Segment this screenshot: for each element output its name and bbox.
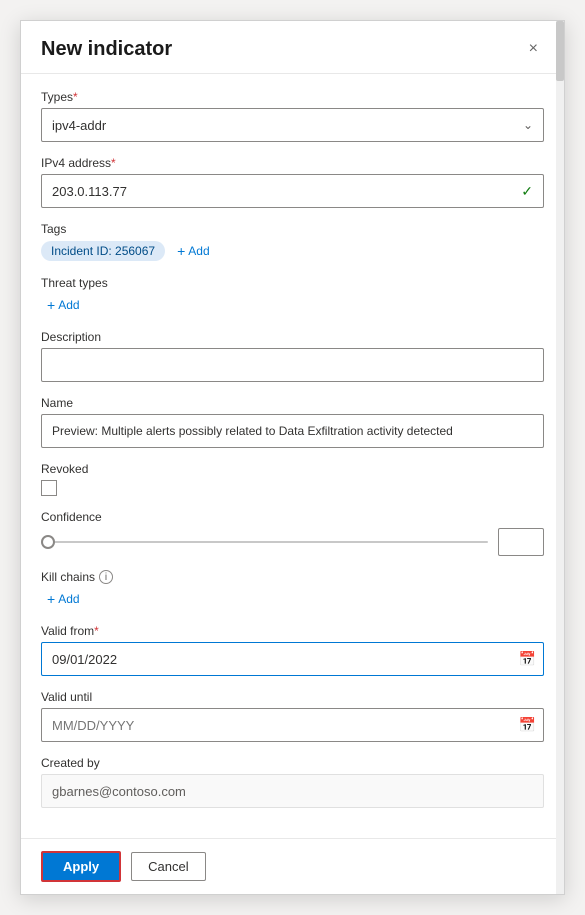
- cancel-button[interactable]: Cancel: [131, 852, 205, 881]
- types-field-group: Types* ipv4-addr ⌄: [41, 90, 544, 142]
- confidence-row: [41, 528, 544, 556]
- name-label: Name: [41, 396, 544, 410]
- description-label: Description: [41, 330, 544, 344]
- dialog-footer: Apply Cancel: [21, 838, 564, 894]
- tags-field-group: Tags Incident ID: 256067 + Add: [41, 222, 544, 262]
- add-threat-type-button[interactable]: + Add: [41, 294, 86, 316]
- created-by-input: [41, 774, 544, 808]
- valid-until-wrapper: 📅: [41, 708, 544, 742]
- name-field-group: Name: [41, 396, 544, 448]
- info-icon[interactable]: i: [99, 570, 113, 584]
- add-kill-chain-button[interactable]: + Add: [41, 588, 86, 610]
- ipv4-input-wrapper: 203.0.113.77 ✓: [41, 174, 544, 208]
- description-input[interactable]: [41, 348, 544, 382]
- threat-types-label: Threat types: [41, 276, 544, 290]
- ipv4-label: IPv4 address*: [41, 156, 544, 170]
- close-button[interactable]: ×: [523, 37, 544, 61]
- confidence-label: Confidence: [41, 510, 544, 524]
- plus-icon: +: [177, 243, 185, 259]
- types-label: Types*: [41, 90, 544, 104]
- slider-track: [41, 541, 488, 543]
- dialog-body: Types* ipv4-addr ⌄ IPv4 address* 203.0.1…: [21, 74, 564, 838]
- apply-button[interactable]: Apply: [41, 851, 121, 882]
- tags-label: Tags: [41, 222, 544, 236]
- dialog-header: New indicator ×: [21, 21, 564, 74]
- created-by-label: Created by: [41, 756, 544, 770]
- plus-icon: +: [47, 591, 55, 607]
- dialog-title: New indicator: [41, 38, 172, 61]
- kill-chains-label: Kill chains: [41, 570, 95, 584]
- valid-from-input[interactable]: [41, 642, 544, 676]
- valid-from-label: Valid from*: [41, 624, 544, 638]
- confidence-field-group: Confidence: [41, 510, 544, 556]
- tag-chip: Incident ID: 256067: [41, 241, 165, 261]
- kill-chains-label-row: Kill chains i: [41, 570, 544, 584]
- threat-types-add-area: + Add: [41, 294, 544, 316]
- add-tag-button[interactable]: + Add: [171, 240, 216, 262]
- valid-from-wrapper: 📅: [41, 642, 544, 676]
- types-select[interactable]: ipv4-addr ⌄: [41, 108, 544, 142]
- scrollbar-thumb[interactable]: [556, 21, 564, 81]
- revoked-checkbox-row: [41, 480, 544, 496]
- revoked-label: Revoked: [41, 462, 544, 476]
- new-indicator-dialog: New indicator × Types* ipv4-addr ⌄ IPv4 …: [20, 20, 565, 895]
- revoked-checkbox[interactable]: [41, 480, 57, 496]
- ipv4-field-group: IPv4 address* 203.0.113.77 ✓: [41, 156, 544, 208]
- confidence-slider[interactable]: [41, 534, 488, 550]
- valid-checkmark-icon: ✓: [521, 183, 533, 200]
- revoked-field-group: Revoked: [41, 462, 544, 496]
- valid-from-field-group: Valid from* 📅: [41, 624, 544, 676]
- confidence-input[interactable]: [498, 528, 544, 556]
- valid-until-input[interactable]: [41, 708, 544, 742]
- tags-area: Incident ID: 256067 + Add: [41, 240, 544, 262]
- slider-thumb[interactable]: [41, 535, 55, 549]
- chevron-down-icon: ⌄: [523, 118, 533, 132]
- valid-until-label: Valid until: [41, 690, 544, 704]
- created-by-field-group: Created by: [41, 756, 544, 808]
- plus-icon: +: [47, 297, 55, 313]
- description-field-group: Description: [41, 330, 544, 382]
- threat-types-field-group: Threat types + Add: [41, 276, 544, 316]
- name-input[interactable]: [41, 414, 544, 448]
- scrollbar-track[interactable]: [556, 21, 564, 894]
- valid-until-field-group: Valid until 📅: [41, 690, 544, 742]
- kill-chains-field-group: Kill chains i + Add: [41, 570, 544, 610]
